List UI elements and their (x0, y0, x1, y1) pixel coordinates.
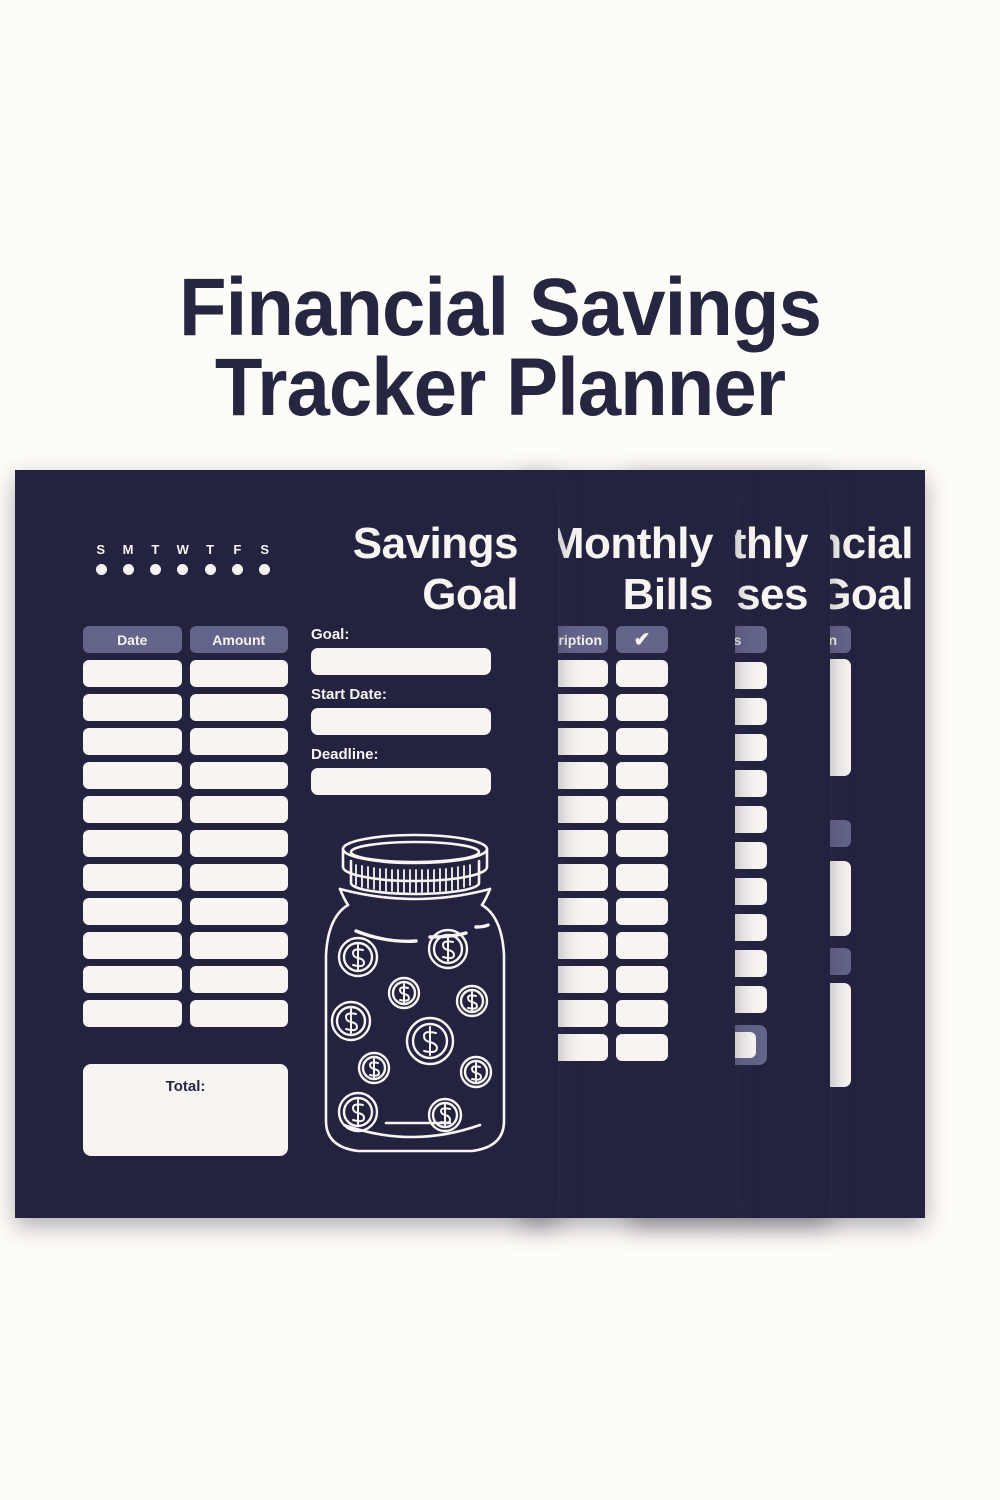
weekday-letter-5: F (233, 542, 242, 557)
amount-input[interactable] (189, 932, 288, 959)
bill-check-box[interactable] (616, 1000, 668, 1027)
date-input[interactable] (83, 728, 182, 755)
savings-header-date: Date (83, 626, 182, 653)
weekday-dot-2[interactable] (150, 564, 162, 575)
main-title-line-2: Goal (422, 570, 518, 619)
table-row (83, 864, 288, 891)
card-savings-goal-inner: Savings Goal SMTWTFS Date Amount Total: … (15, 470, 558, 1218)
fingoal-title-line-2: Goal (817, 570, 913, 619)
page-title-line-2: Tracker Planner (214, 342, 786, 433)
bill-check-box[interactable] (616, 966, 668, 993)
bill-check-box[interactable] (616, 830, 668, 857)
amount-input[interactable] (189, 864, 288, 891)
amount-input[interactable] (189, 796, 288, 823)
table-row (83, 932, 288, 959)
weekday-dot-5[interactable] (232, 564, 244, 575)
date-input[interactable] (83, 864, 182, 891)
table-row (83, 1000, 288, 1027)
bill-check-box[interactable] (616, 694, 668, 721)
weekday-tracker: SMTWTFS (93, 542, 273, 575)
amount-input[interactable] (189, 728, 288, 755)
weekday-letter-3: W (176, 542, 190, 557)
table-row (83, 762, 288, 789)
bill-check-box[interactable] (616, 660, 668, 687)
date-input[interactable] (83, 660, 182, 687)
date-input[interactable] (83, 1000, 182, 1027)
weekday-letter-0: S (96, 542, 106, 557)
amount-input[interactable] (189, 1000, 288, 1027)
bills-title-line-2: Bills (622, 570, 714, 619)
weekday-letter-1: M (122, 542, 134, 557)
weekday-dot-1[interactable] (122, 564, 134, 575)
weekday-dot-row (93, 564, 273, 575)
page-title-line-1: Financial Savings (179, 262, 822, 353)
amount-input[interactable] (189, 694, 288, 721)
bill-check-box[interactable] (616, 864, 668, 891)
field-input-2[interactable] (311, 768, 491, 795)
savings-total-box[interactable]: Total: (83, 1064, 288, 1156)
main-title-line-1: Savings (352, 519, 519, 568)
field-label-0: Goal: (311, 626, 350, 643)
weekday-letter-2: T (151, 542, 160, 557)
field-input-1[interactable] (311, 708, 491, 735)
bill-check-box[interactable] (616, 762, 668, 789)
weekday-dot-3[interactable] (177, 564, 189, 575)
date-input[interactable] (83, 932, 182, 959)
savings-goal-form: Goal: Start Date: Deadline: (311, 626, 491, 806)
field-label-1: Start Date: (311, 686, 387, 703)
weekday-dot-4[interactable] (204, 564, 216, 575)
weekday-dot-0[interactable] (95, 564, 107, 575)
table-row (83, 694, 288, 721)
amount-input[interactable] (189, 966, 288, 993)
table-row (83, 898, 288, 925)
bill-check-box[interactable] (616, 932, 668, 959)
weekday-letter-4: T (206, 542, 215, 557)
amount-input[interactable] (189, 830, 288, 857)
date-input[interactable] (83, 762, 182, 789)
date-input[interactable] (83, 966, 182, 993)
weekday-letter-6: S (260, 542, 270, 557)
date-input[interactable] (83, 694, 182, 721)
field-label-2: Deadline: (311, 746, 379, 763)
check-icon: ✔ (616, 626, 668, 653)
weekday-dot-6[interactable] (259, 564, 271, 575)
money-jar-icon (300, 825, 530, 1165)
weekday-letter-row: SMTWTFS (93, 542, 273, 557)
planner-card-stack: Financial Goal Motivation Monthly Expens… (0, 470, 1000, 1218)
amount-input[interactable] (189, 898, 288, 925)
amount-input[interactable] (189, 660, 288, 687)
bill-check-box[interactable] (616, 728, 668, 755)
field-input-0[interactable] (311, 648, 491, 675)
savings-table-rows (83, 660, 288, 1027)
savings-entry-table: Date Amount (83, 626, 288, 1027)
card-savings-goal[interactable]: Savings Goal SMTWTFS Date Amount Total: … (15, 470, 558, 1218)
date-input[interactable] (83, 898, 182, 925)
bill-check-box[interactable] (616, 1034, 668, 1061)
amount-input[interactable] (189, 762, 288, 789)
table-row (83, 966, 288, 993)
table-row (83, 728, 288, 755)
savings-table-header-row: Date Amount (83, 626, 288, 653)
savings-total-label: Total: (165, 1078, 206, 1095)
table-row (83, 660, 288, 687)
bill-check-box[interactable] (616, 796, 668, 823)
table-row (83, 830, 288, 857)
page-title: Financial Savings Tracker Planner (0, 262, 1000, 433)
date-input[interactable] (83, 796, 182, 823)
date-input[interactable] (83, 830, 182, 857)
bills-title-line-1: Monthly (547, 519, 714, 568)
bill-check-box[interactable] (616, 898, 668, 925)
savings-header-amount: Amount (189, 626, 288, 653)
table-row (83, 796, 288, 823)
